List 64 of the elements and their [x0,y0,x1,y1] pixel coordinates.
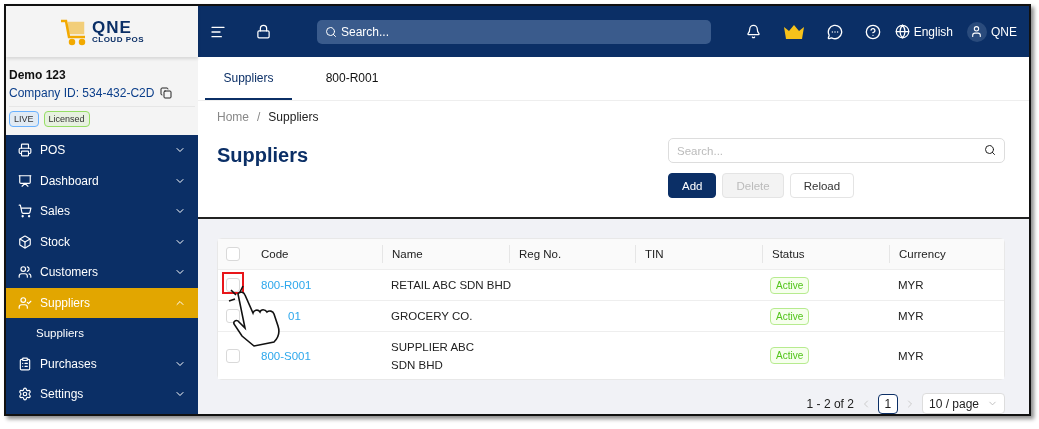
globe-icon [894,24,910,39]
user-menu[interactable]: QNE [967,21,1017,42]
menu-item-icon [18,265,32,280]
language-selector[interactable]: English [894,24,953,39]
table-cell-text: MYR [897,278,925,293]
copy-icon[interactable] [160,87,173,99]
tab[interactable]: 800-R001 [292,57,412,100]
bell-icon[interactable] [745,24,761,39]
status-tag: Active [770,276,810,294]
action-button[interactable]: Add [668,173,717,198]
breadcrumb-item[interactable]: Home [217,110,249,124]
search-icon [984,144,996,156]
table-cell-text: MYR [897,309,925,324]
action-button[interactable]: Reload [789,173,855,198]
status-tag: Active [770,347,810,364]
sidebar-item[interactable]: POS [6,135,198,166]
select-all-checkbox[interactable] [226,247,240,261]
table-cell-text: SUPPLIER ABC SDN BHD [391,339,476,373]
page-title: Suppliers [217,144,309,168]
status-badge: Licensed [43,111,90,127]
menu-item-icon [18,387,32,402]
menu-item-icon [18,295,32,310]
status-badge: LIVE [9,111,39,127]
search-icon [325,25,337,38]
menu-item-icon [18,143,32,158]
logo-tagline: CLOUD POS [91,36,145,44]
column-header: Name [382,245,509,263]
sidebar-item[interactable]: Stock [6,226,198,257]
search-field[interactable]: Search... [317,19,711,44]
menu-item-icon [18,356,32,371]
page-button[interactable]: 1 [877,393,898,414]
menu-item-icon [18,204,32,219]
pagination-summary: 1 - 2 of 2 [806,396,854,411]
sidebar-item[interactable]: Customers [6,257,198,288]
column-header: TIN [635,245,762,263]
breadcrumb-item: Suppliers [268,110,319,124]
sidebar-item[interactable]: Purchases [6,348,198,379]
table-cell-text: MYR [897,348,925,364]
sidebar-item[interactable]: Sales [6,196,198,227]
lock-icon[interactable] [256,24,271,39]
page-size-select[interactable]: 10 / page [921,393,1005,414]
column-header: Reg No. [509,245,635,263]
menu-item-icon [18,173,32,188]
search-field[interactable]: Search... [668,138,1005,163]
company-name: Demo 123 [9,68,67,82]
column-header: Code [260,247,290,262]
chat-icon[interactable] [826,23,843,40]
status-tag: Active [770,307,810,325]
crown-icon[interactable] [782,23,805,40]
breadcrumb-separator: / [257,110,261,124]
logo-name: QNE [91,19,133,36]
sidebar-subitem[interactable]: Suppliers [6,318,198,349]
user-icon [967,21,987,42]
company-id: Company ID: 534-432-C2D [9,86,155,100]
row-checkbox[interactable] [226,348,240,363]
column-header: Status [762,245,889,263]
tab[interactable]: Suppliers [205,57,292,100]
sidebar-item[interactable]: Dashboard [6,165,198,196]
help-icon[interactable] [864,23,881,40]
sidebar-item[interactable]: Settings [6,379,198,410]
column-header: Currency [889,245,1004,263]
table-cell-text: RETAIL ABC SDN BHD [391,278,512,293]
table-cell-text: GROCERY CO. [391,309,473,324]
menu-item-icon [18,234,32,249]
